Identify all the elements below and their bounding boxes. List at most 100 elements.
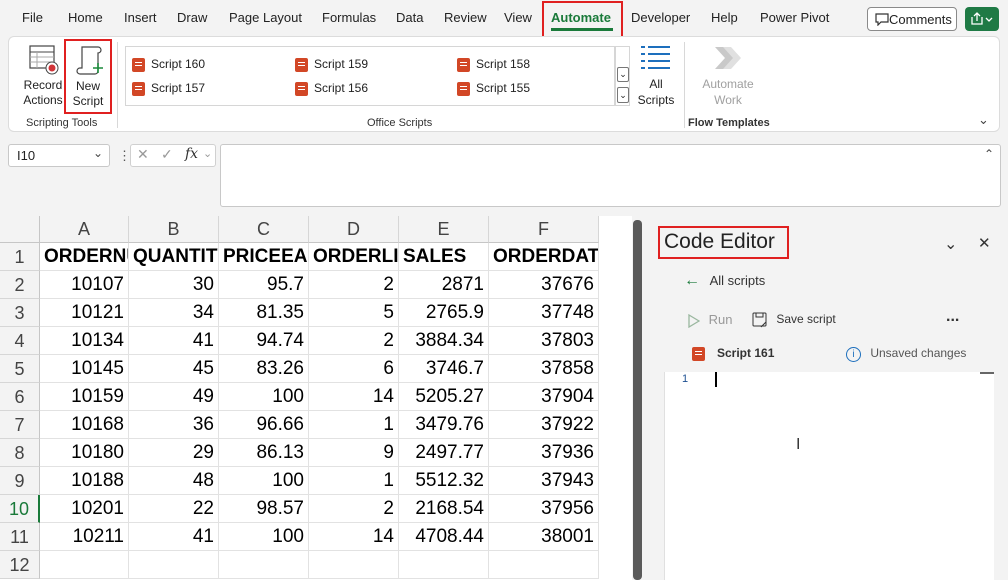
pane-options-icon[interactable]: ⌄	[944, 234, 957, 254]
insert-function-icon[interactable]: fx	[185, 146, 198, 162]
script-item[interactable]: Script 160	[132, 57, 205, 72]
table-cell[interactable]: 37748	[489, 299, 599, 327]
table-cell[interactable]: 2	[309, 495, 399, 523]
table-cell[interactable]: 10145	[40, 355, 129, 383]
script-item[interactable]: Script 159	[295, 57, 368, 72]
table-cell[interactable]	[309, 551, 399, 579]
menu-view[interactable]: View	[504, 10, 532, 25]
table-cell[interactable]: QUANTITY	[129, 243, 219, 271]
menu-draw[interactable]: Draw	[177, 10, 207, 25]
table-cell[interactable]: 10168	[40, 411, 129, 439]
menu-developer[interactable]: Developer	[631, 10, 690, 25]
new-script-button[interactable]: New Script	[64, 39, 112, 114]
column-header[interactable]: F	[489, 216, 599, 243]
table-cell[interactable]: 81.35	[219, 299, 309, 327]
more-options-icon[interactable]: ...	[946, 308, 959, 326]
table-cell[interactable]: 10159	[40, 383, 129, 411]
row-header[interactable]: 3	[0, 299, 40, 327]
table-cell[interactable]: ORDERLIN	[309, 243, 399, 271]
record-actions-button[interactable]: Record Actions	[20, 42, 66, 110]
table-cell[interactable]: 38001	[489, 523, 599, 551]
select-all-corner[interactable]	[0, 216, 40, 243]
table-cell[interactable]: SALES	[399, 243, 489, 271]
table-cell[interactable]	[40, 551, 129, 579]
table-cell[interactable]: 41	[129, 327, 219, 355]
row-header[interactable]: 7	[0, 411, 40, 439]
table-cell[interactable]: 37904	[489, 383, 599, 411]
table-cell[interactable]: 3746.7	[399, 355, 489, 383]
automate-work-button[interactable]: Automate Work	[698, 42, 758, 112]
table-cell[interactable]: 2765.9	[399, 299, 489, 327]
table-cell[interactable]: 4708.44	[399, 523, 489, 551]
table-cell[interactable]: 1	[309, 411, 399, 439]
menu-formulas[interactable]: Formulas	[322, 10, 376, 25]
table-cell[interactable]: 3884.34	[399, 327, 489, 355]
table-cell[interactable]: 10121	[40, 299, 129, 327]
table-cell[interactable]: 45	[129, 355, 219, 383]
table-cell[interactable]: 5512.32	[399, 467, 489, 495]
table-cell[interactable]: ORDERNU	[40, 243, 129, 271]
row-header[interactable]: 9	[0, 467, 40, 495]
table-cell[interactable]: 37936	[489, 439, 599, 467]
table-cell[interactable]: 37858	[489, 355, 599, 383]
close-icon[interactable]: ✕	[978, 234, 991, 252]
row-header[interactable]: 11	[0, 523, 40, 551]
table-cell[interactable]: 86.13	[219, 439, 309, 467]
code-editor-textarea[interactable]	[664, 372, 994, 580]
ribbon-collapse-icon[interactable]: ⌄	[978, 112, 989, 128]
script-item[interactable]: Script 157	[132, 81, 205, 96]
table-cell[interactable]: 37922	[489, 411, 599, 439]
script-item[interactable]: Script 156	[295, 81, 368, 96]
table-cell[interactable]: 100	[219, 523, 309, 551]
table-cell[interactable]: 10180	[40, 439, 129, 467]
menu-insert[interactable]: Insert	[124, 10, 157, 25]
column-header[interactable]: E	[399, 216, 489, 243]
table-cell[interactable]: 49	[129, 383, 219, 411]
table-cell[interactable]	[399, 551, 489, 579]
column-header[interactable]: C	[219, 216, 309, 243]
table-cell[interactable]	[489, 551, 599, 579]
row-header[interactable]: 4	[0, 327, 40, 355]
script-item[interactable]: Script 155	[457, 81, 530, 96]
column-header[interactable]: B	[129, 216, 219, 243]
table-cell[interactable]	[129, 551, 219, 579]
row-header[interactable]: 8	[0, 439, 40, 467]
row-header[interactable]: 1	[0, 243, 40, 271]
name-box[interactable]: I10 ⌄	[8, 144, 110, 167]
menu-review[interactable]: Review	[444, 10, 487, 25]
table-cell[interactable]: 10107	[40, 271, 129, 299]
table-cell[interactable]: 41	[129, 523, 219, 551]
formula-input[interactable]: ⌃	[220, 144, 1001, 207]
table-cell[interactable]: 2	[309, 271, 399, 299]
table-cell[interactable]: 37956	[489, 495, 599, 523]
table-cell[interactable]: 1	[309, 467, 399, 495]
comments-button[interactable]: Comments	[867, 7, 957, 31]
table-cell[interactable]: 83.26	[219, 355, 309, 383]
run-button[interactable]: Run	[688, 312, 732, 328]
table-cell[interactable]: PRICEEAC	[219, 243, 309, 271]
table-cell[interactable]: 2871	[399, 271, 489, 299]
table-cell[interactable]: 94.74	[219, 327, 309, 355]
menu-home[interactable]: Home	[68, 10, 103, 25]
row-header[interactable]: 2	[0, 271, 40, 299]
table-cell[interactable]: 2497.77	[399, 439, 489, 467]
column-header[interactable]: D	[309, 216, 399, 243]
table-cell[interactable]: 10211	[40, 523, 129, 551]
menu-power-pivot[interactable]: Power Pivot	[760, 10, 829, 25]
menu-file[interactable]: File	[22, 10, 43, 25]
row-header[interactable]: 12	[0, 551, 40, 579]
gallery-scroll-down-icon[interactable]: ⌄	[617, 67, 629, 82]
menu-page-layout[interactable]: Page Layout	[229, 10, 302, 25]
table-cell[interactable]: 14	[309, 383, 399, 411]
column-header[interactable]: A	[40, 216, 129, 243]
table-cell[interactable]: 100	[219, 383, 309, 411]
enter-icon[interactable]: ✓	[161, 146, 173, 163]
table-cell[interactable]: 6	[309, 355, 399, 383]
table-cell[interactable]: 34	[129, 299, 219, 327]
menu-data[interactable]: Data	[396, 10, 423, 25]
table-cell[interactable]: 10134	[40, 327, 129, 355]
table-cell[interactable]: 37676	[489, 271, 599, 299]
table-cell[interactable]: 5205.27	[399, 383, 489, 411]
table-cell[interactable]: 10188	[40, 467, 129, 495]
table-cell[interactable]: 2168.54	[399, 495, 489, 523]
